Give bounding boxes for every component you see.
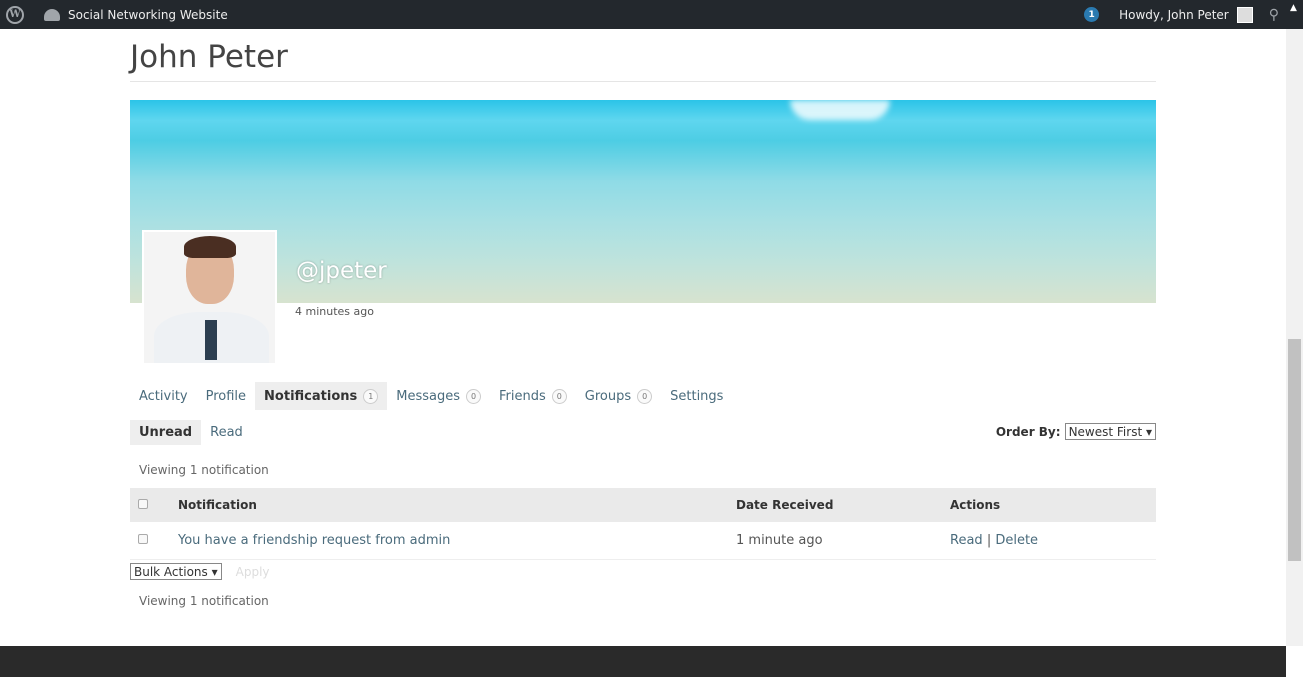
admin-bar: W Social Networking Website 1 Howdy, Joh… <box>0 0 1303 29</box>
select-all-checkbox[interactable] <box>138 499 148 509</box>
apply-button[interactable]: Apply <box>236 565 270 579</box>
tab-notifications[interactable]: Notifications 1 <box>255 382 388 410</box>
tab-label: Profile <box>205 388 247 404</box>
bulk-actions-select[interactable]: Bulk Actions ▾ <box>130 563 222 580</box>
table-header: Notification Date Received Actions <box>130 488 1156 522</box>
footer <box>0 646 1286 677</box>
user-handle: @jpeter <box>296 258 387 284</box>
howdy-user-menu[interactable]: Howdy, John Peter <box>1119 8 1229 22</box>
profile-nav: Activity Profile Notifications 1 Messages… <box>130 382 732 410</box>
order-by-label: Order By: <box>995 424 1061 439</box>
table-row: You have a friendship request from admin… <box>130 522 1156 560</box>
scroll-up-icon[interactable]: ▲ <box>1290 3 1297 13</box>
tab-label: Messages <box>396 388 460 404</box>
site-name-link[interactable]: Social Networking Website <box>68 8 228 22</box>
mark-read-link[interactable]: Read <box>950 533 983 548</box>
date-received: 1 minute ago <box>736 522 950 560</box>
count-badge: 0 <box>466 388 481 404</box>
order-by-select[interactable]: Newest First ▾ <box>1064 423 1156 440</box>
search-icon[interactable]: ⚲ <box>1269 7 1279 23</box>
cover-image: @jpeter <box>130 100 1156 365</box>
count-badge: 0 <box>637 388 653 404</box>
notifications-table: Notification Date Received Actions You h… <box>130 488 1156 560</box>
subtab-read[interactable]: Read <box>201 420 252 445</box>
scrollbar-thumb[interactable] <box>1288 339 1301 561</box>
bulk-actions-value: Bulk Actions <box>134 564 208 579</box>
last-active: 4 minutes ago <box>295 305 374 318</box>
separator: | <box>986 532 992 548</box>
bulk-actions: Bulk Actions ▾ Apply <box>130 563 270 580</box>
tab-settings[interactable]: Settings <box>661 382 732 410</box>
header-actions: Actions <box>950 488 1156 522</box>
tab-messages[interactable]: Messages 0 <box>387 382 490 410</box>
order-by: Order By: Newest First ▾ <box>996 423 1156 440</box>
scrollbar[interactable]: ▲ <box>1286 3 1303 646</box>
viewing-count-top: Viewing 1 notification <box>139 463 269 477</box>
order-by-value: Newest First <box>1068 424 1143 439</box>
tab-label: Settings <box>670 388 724 404</box>
header-notification: Notification <box>178 488 736 522</box>
subtab-unread[interactable]: Unread <box>130 420 202 445</box>
notification-count-badge[interactable]: 1 <box>1084 7 1100 22</box>
tab-profile[interactable]: Profile <box>197 382 255 410</box>
tab-label: Friends <box>499 388 546 404</box>
notification-subnav: Unread Read <box>130 420 252 445</box>
dashboard-icon[interactable] <box>44 8 60 21</box>
tab-label: Notifications <box>264 388 358 404</box>
notification-link[interactable]: You have a friendship request from admin <box>178 533 450 548</box>
user-avatar-small[interactable] <box>1236 6 1253 23</box>
tab-label: Groups <box>584 388 632 404</box>
page-title: John Peter <box>130 29 1156 82</box>
header-date: Date Received <box>736 488 950 522</box>
tab-label: Activity <box>139 388 188 404</box>
viewing-count-bottom: Viewing 1 notification <box>139 594 269 608</box>
main-content: John Peter @jpeter 4 minutes ago Activit… <box>130 29 1156 608</box>
tab-activity[interactable]: Activity <box>130 382 197 410</box>
row-checkbox[interactable] <box>138 533 148 544</box>
profile-avatar[interactable] <box>142 230 277 365</box>
tab-groups[interactable]: Groups 0 <box>576 382 661 410</box>
tab-friends[interactable]: Friends 0 <box>490 382 576 410</box>
delete-link[interactable]: Delete <box>995 533 1038 548</box>
wordpress-logo-icon[interactable]: W <box>6 5 24 24</box>
count-badge: 1 <box>363 388 379 404</box>
count-badge: 0 <box>551 388 567 404</box>
